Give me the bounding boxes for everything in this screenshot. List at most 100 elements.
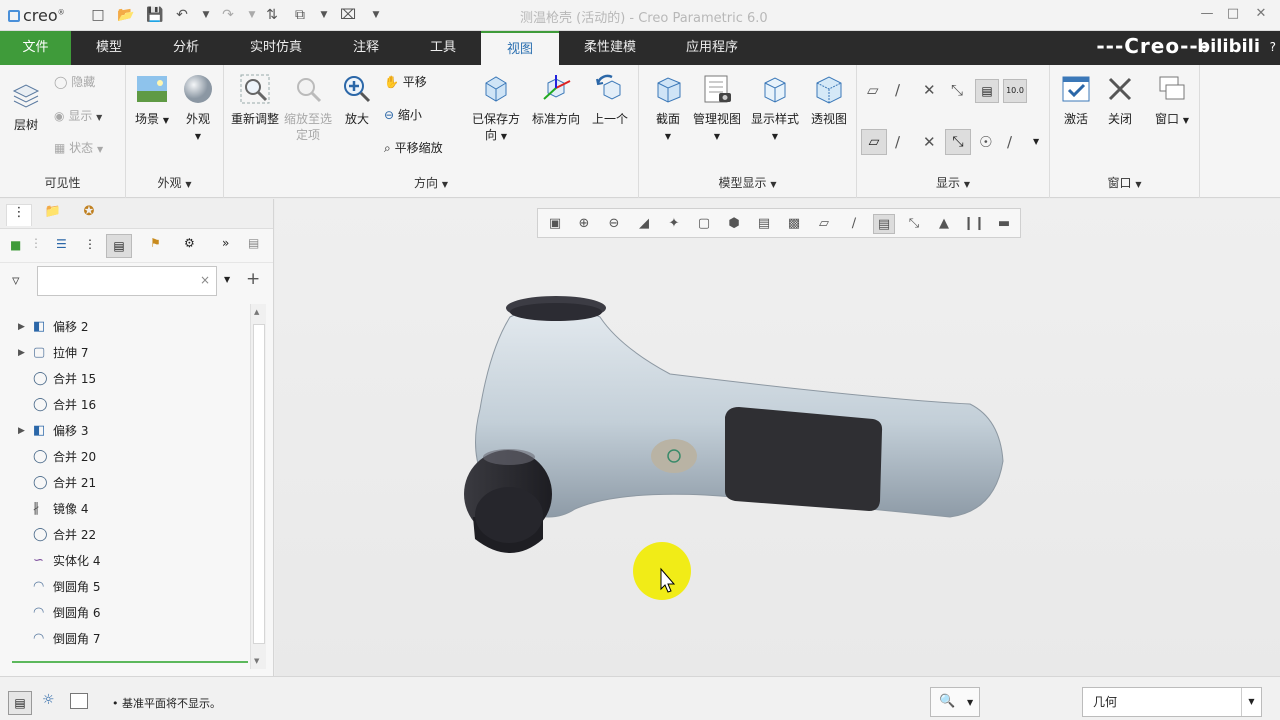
chevron-down-icon[interactable]: ▼	[1033, 137, 1039, 146]
search-input[interactable]	[37, 266, 217, 296]
scroll-up-icon[interactable]: ▲	[254, 308, 259, 316]
close-icon[interactable]: ✕	[1252, 6, 1270, 24]
redo-icon[interactable]: ↷	[220, 7, 236, 23]
tab-model[interactable]: 模型	[71, 31, 147, 65]
layer-tree-button[interactable]: 层树	[8, 79, 44, 133]
close-window-icon[interactable]: ⌧	[340, 7, 356, 23]
minimize-icon[interactable]: —	[1198, 6, 1216, 24]
folder-browser-tab-icon[interactable]: 📁	[40, 204, 66, 226]
tab-applications[interactable]: 应用程序	[661, 31, 763, 65]
manage-views-button[interactable]: 管理视图 ▼	[689, 73, 745, 145]
page-icon[interactable]: ▤	[248, 236, 259, 250]
window-icon[interactable]: ⧉	[292, 7, 308, 23]
dimension-display-icon[interactable]: 10.0	[1003, 79, 1027, 103]
point-display-icon[interactable]: ✕	[923, 81, 936, 99]
fullscreen-icon[interactable]	[70, 693, 88, 709]
model-tree-tab-icon[interactable]: ⋮	[6, 204, 32, 226]
csys-display-icon[interactable]: ⤡	[951, 81, 963, 99]
tab-annotate[interactable]: 注释	[327, 31, 405, 65]
redo-dropdown-icon[interactable]: ▼	[244, 7, 260, 23]
section-button[interactable]: 截面 ▼	[645, 73, 691, 145]
save-icon[interactable]: 💾	[146, 7, 163, 23]
tree-item[interactable]: ◯ 合并 21	[0, 470, 250, 496]
zoom-in-button[interactable]: 放大	[338, 73, 376, 127]
tree-item[interactable]: ∽ 实体化 4	[0, 548, 250, 574]
tree-item[interactable]: ▶ ▢ 拉伸 7	[0, 340, 250, 366]
saved-orientations-button[interactable]: 已保存方向 ▼	[468, 73, 524, 145]
tab-tools[interactable]: 工具	[405, 31, 481, 65]
regenerate-icon[interactable]: ⇅	[264, 7, 280, 23]
plane-tag-icon[interactable]: ▱	[861, 129, 887, 155]
open-icon[interactable]: 📂	[117, 7, 134, 23]
display-style-button[interactable]: 显示样式 ▼	[747, 73, 803, 145]
model-canvas[interactable]	[275, 199, 1280, 676]
tree-item[interactable]: ◠ 倒圆角 7	[0, 626, 250, 652]
expand-arrow-icon[interactable]: ▶	[18, 314, 25, 340]
tree-scrollbar[interactable]: ▲ ▼	[250, 304, 266, 669]
settings-icon[interactable]: ⚙	[184, 236, 195, 250]
find-button[interactable]: 🔍 ▼	[930, 687, 980, 717]
tab-file[interactable]: 文件	[0, 31, 71, 65]
tree-item[interactable]: ◯ 合并 20	[0, 444, 250, 470]
scene-button[interactable]: 场景 ▼	[132, 73, 172, 129]
browser-toggle-icon[interactable]: ☼	[42, 692, 55, 708]
graphics-window[interactable]: ▣ ⊕ ⊖ ◢ ✦ ▢ ⬢ ▤ ▩ ▱ ∕ ▤ ⤡ ▲ ❙❙ ▬	[275, 199, 1280, 676]
favorites-tab-icon[interactable]: ✪	[76, 204, 102, 226]
window-dropdown-icon[interactable]: ▼	[316, 7, 332, 23]
windows-button[interactable]: 窗口 ▼	[1150, 73, 1194, 129]
csys-tag-icon[interactable]: ⤡	[945, 129, 971, 155]
selection-filter-select[interactable]: 几何 ▼	[1082, 687, 1262, 717]
customize-qa-icon[interactable]: ▼	[368, 7, 384, 23]
pan-button[interactable]: ✋ 平移	[384, 73, 427, 90]
hide-button[interactable]: ◯ 隐藏	[54, 73, 95, 90]
navigator-toggle-icon[interactable]: ▤	[8, 691, 32, 715]
undo-dropdown-icon[interactable]: ▼	[198, 7, 214, 23]
expand-arrow-icon[interactable]: ▶	[18, 340, 25, 366]
pan-zoom-button[interactable]: ⌕ 平移缩放	[384, 139, 443, 156]
tree-view-icon[interactable]: ⋮	[84, 237, 96, 251]
group-label-appearance[interactable]: 外观 ▼	[126, 174, 223, 191]
columns-icon[interactable]: ▤	[106, 234, 132, 258]
maximize-icon[interactable]: □	[1224, 6, 1242, 24]
standard-orientation-button[interactable]: 标准方向	[528, 73, 584, 127]
previous-orientation-button[interactable]: 上一个	[586, 73, 634, 127]
tree-item[interactable]: ◯ 合并 22	[0, 522, 250, 548]
status-button[interactable]: ▦ 状态 ▼	[54, 139, 103, 156]
tree-item[interactable]: ▶ ◧ 偏移 3	[0, 418, 250, 444]
scrollbar-thumb[interactable]	[253, 324, 265, 644]
close-button[interactable]: 关闭	[1102, 73, 1138, 127]
tab-flexible-modeling[interactable]: 柔性建模	[559, 31, 661, 65]
tree-item[interactable]: ∦ 镜像 4	[0, 496, 250, 522]
refit-button[interactable]: 重新调整	[230, 73, 280, 127]
tree-item[interactable]: ▶ ◧ 偏移 2	[0, 314, 250, 340]
annotation-display-icon[interactable]: ▤	[975, 79, 999, 103]
group-label-show[interactable]: 显示 ▼	[857, 174, 1049, 191]
axis-tag-icon[interactable]: ∕	[895, 133, 900, 151]
zoom-out-button[interactable]: ⊖ 缩小	[384, 106, 422, 123]
point-tag-icon[interactable]: ✕	[923, 133, 936, 151]
help-icon[interactable]: ?	[1270, 40, 1276, 54]
tab-view[interactable]: 视图	[481, 31, 559, 65]
show-button[interactable]: ◉ 显示 ▼	[54, 107, 102, 124]
appearance-button[interactable]: 外观 ▼	[178, 73, 218, 145]
plane-display-icon[interactable]: ▱	[867, 81, 879, 99]
scroll-down-icon[interactable]: ▼	[254, 657, 259, 665]
part-icon[interactable]: ■	[10, 238, 21, 252]
activate-button[interactable]: 激活	[1058, 73, 1094, 127]
undo-icon[interactable]: ↶	[174, 7, 190, 23]
group-label-orientation[interactable]: 方向 ▼	[224, 174, 638, 191]
list-view-icon[interactable]: ☰	[56, 237, 67, 251]
tab-live-simulation[interactable]: 实时仿真	[225, 31, 327, 65]
thermometer-gun-model[interactable]	[464, 296, 1004, 553]
add-icon[interactable]: +	[246, 269, 260, 289]
expand-arrow-icon[interactable]: ▶	[18, 418, 25, 444]
zoom-to-selected-button[interactable]: 缩放至选定项	[280, 73, 336, 143]
group-label-window[interactable]: 窗口 ▼	[1050, 174, 1199, 191]
new-icon[interactable]: □	[90, 7, 106, 23]
chevron-down-icon[interactable]: ▼	[224, 275, 230, 284]
filter-icon[interactable]: ▿	[12, 271, 20, 289]
spin-center-icon[interactable]: ☉	[979, 133, 992, 151]
tab-analysis[interactable]: 分析	[147, 31, 225, 65]
axis-display-icon[interactable]: ∕	[895, 81, 900, 99]
more-icon[interactable]: »	[222, 236, 229, 250]
